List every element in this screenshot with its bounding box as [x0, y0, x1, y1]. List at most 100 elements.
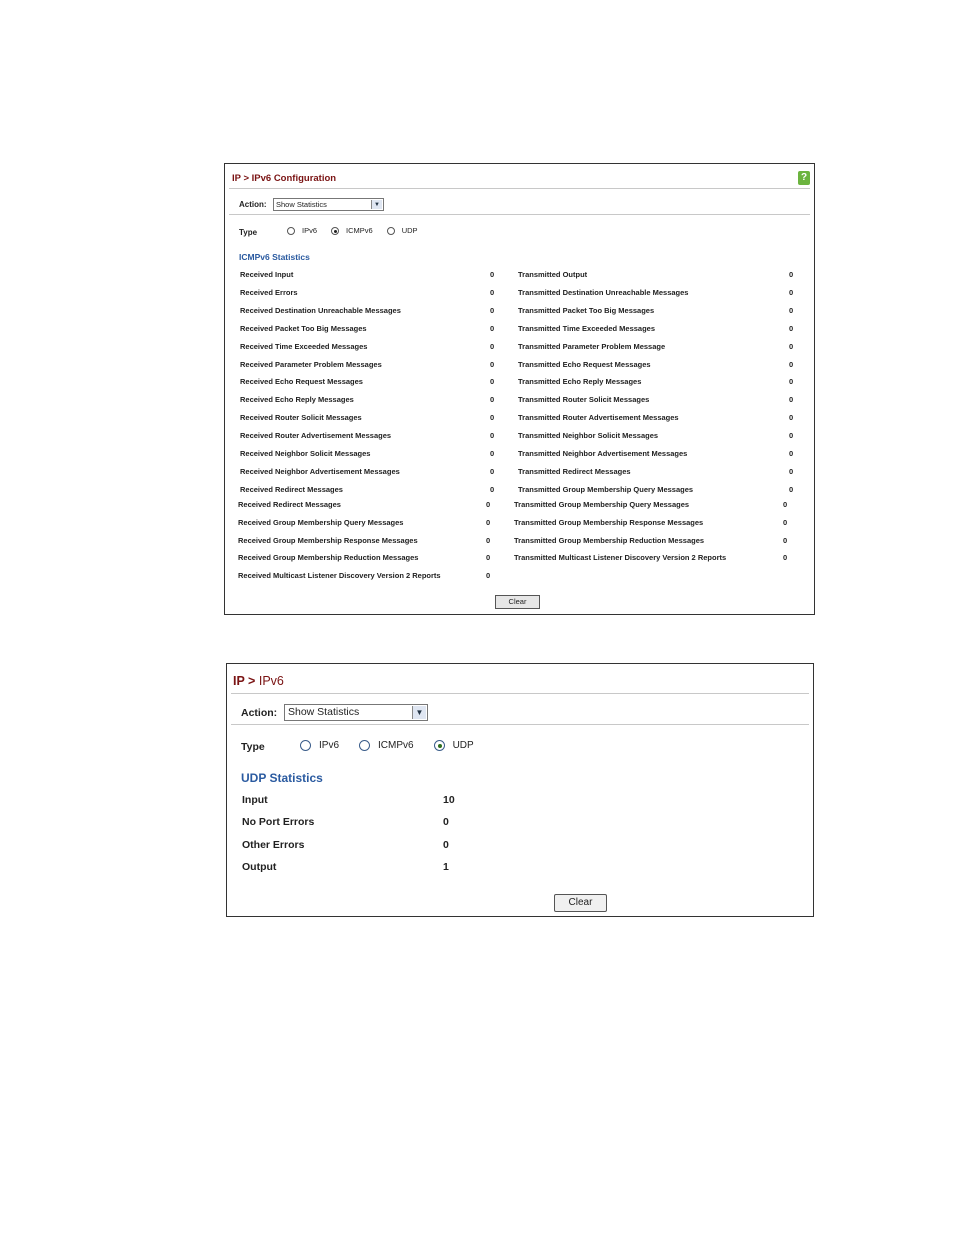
action-select[interactable]: Show Statistics ▼ [284, 704, 428, 721]
stat-label-received: Received Neighbor Solicit Messages [240, 449, 371, 458]
stat-label-transmitted: Transmitted Destination Unreachable Mess… [518, 287, 689, 297]
stat-value-transmitted: 0 [789, 466, 794, 476]
stat-value-other-errors: 0 [443, 839, 449, 851]
stat-label-transmitted: Transmitted Group Membership Reduction M… [514, 535, 705, 545]
radio-udp[interactable] [386, 226, 395, 235]
radio-ipv6[interactable] [287, 226, 295, 235]
action-label: Action: [239, 200, 267, 209]
stat-label-transmitted: Transmitted Group Membership Query Messa… [518, 484, 694, 494]
radio-ipv6[interactable] [300, 740, 311, 751]
stat-value-transmitted: 0 [789, 484, 794, 494]
stat-label-received: Received Group Membership Query Messages [238, 517, 404, 527]
radio-icmpv6-label: ICMPv6 [378, 740, 414, 751]
stat-value-transmitted: 0 [789, 341, 794, 351]
chevron-down-icon[interactable]: ▼ [371, 200, 382, 209]
radio-icmpv6[interactable] [331, 226, 340, 235]
radio-udp[interactable] [433, 740, 445, 751]
stat-label-transmitted: Transmitted Neighbor Solicit Messages [518, 431, 659, 441]
stat-label-other-errors: Other Errors [242, 839, 305, 851]
stat-value-transmitted: 0 [789, 431, 794, 441]
stat-value-transmitted: 0 [789, 270, 794, 279]
stat-value-received: 0 [490, 484, 495, 494]
stat-label-transmitted: Transmitted Output [518, 270, 588, 279]
stat-value-transmitted: 0 [783, 553, 788, 563]
stat-label-received: Received Echo Request Messages [240, 377, 363, 387]
stat-label-received: Received Time Exceeded Messages [240, 341, 368, 351]
stat-label-transmitted: Transmitted Router Solicit Messages [518, 395, 650, 405]
section-title: ICMPv6 Statistics [239, 252, 310, 262]
divider [229, 188, 810, 189]
stat-label-transmitted: Transmitted Neighbor Advertisement Messa… [518, 449, 688, 458]
question-mark-icon[interactable]: ? [798, 171, 810, 185]
type-radio-group: IPv6 ICMPv6 UDP [287, 226, 432, 235]
type-label: Type [241, 741, 265, 753]
stat-label-transmitted: Transmitted Echo Reply Messages [518, 377, 642, 387]
stat-value-received: 0 [490, 359, 495, 369]
type-label: Type [239, 228, 258, 237]
stat-label-received: Received Group Membership Reduction Mess… [238, 553, 419, 563]
stat-label-received: Received Echo Reply Messages [240, 395, 354, 405]
stat-value-received: 0 [490, 341, 495, 351]
action-select-value: Show Statistics [276, 200, 327, 209]
stat-value-transmitted: 0 [783, 535, 788, 545]
stat-value-transmitted: 0 [789, 359, 794, 369]
stat-label-received: Received Neighbor Advertisement Messages [240, 466, 400, 476]
stat-label-no-port-errors: No Port Errors [242, 816, 315, 828]
stat-value-received: 0 [490, 449, 495, 458]
page-title: IP > IPv6 [233, 674, 284, 688]
stat-label-received: Received Destination Unreachable Message… [240, 305, 401, 315]
stat-value-received: 0 [486, 517, 491, 527]
stat-value-transmitted: 0 [789, 323, 794, 333]
stat-value-transmitted: 0 [789, 377, 794, 387]
stat-label-received: Received Router Advertisement Messages [240, 431, 392, 441]
chevron-down-icon[interactable]: ▼ [412, 706, 426, 719]
stat-label-received: Received Group Membership Response Messa… [238, 535, 418, 545]
action-label: Action: [241, 707, 278, 719]
divider [231, 724, 809, 725]
stat-value-received: 0 [490, 377, 495, 387]
stat-value-transmitted: 0 [789, 287, 794, 297]
stat-value-received: 0 [490, 305, 495, 315]
radio-ipv6-label: IPv6 [319, 740, 340, 751]
stat-value-received: 0 [490, 413, 495, 423]
stat-value-received: 0 [486, 571, 491, 581]
stat-label-output: Output [242, 861, 277, 873]
radio-ipv6-label: IPv6 [302, 226, 318, 235]
stat-label-transmitted: Transmitted Group Membership Query Messa… [514, 500, 690, 509]
clear-button[interactable]: Clear [554, 894, 607, 912]
stat-label-received: Received Input [240, 270, 294, 279]
stat-label-received: Received Redirect Messages [240, 484, 343, 494]
stat-label-transmitted: Transmitted Router Advertisement Message… [518, 413, 679, 423]
stat-label-received: Received Errors [240, 287, 298, 297]
stat-value-received: 0 [486, 500, 491, 509]
stat-value-output: 1 [443, 861, 449, 873]
radio-icmpv6-label: ICMPv6 [346, 226, 373, 235]
stat-label-received: Received Multicast Listener Discovery Ve… [238, 571, 441, 581]
divider [231, 693, 809, 694]
stat-value-input: 10 [443, 794, 455, 806]
section-title: UDP Statistics [241, 771, 323, 785]
action-select-value: Show Statistics [288, 706, 360, 718]
stat-value-received: 0 [486, 553, 491, 563]
stat-label-received: Received Redirect Messages [238, 500, 341, 509]
stat-value-no-port-errors: 0 [443, 816, 449, 828]
radio-icmpv6[interactable] [359, 740, 371, 751]
type-radio-group: IPv6 ICMPv6 UDP [300, 740, 494, 751]
clear-button[interactable]: Clear [495, 595, 540, 609]
stat-label-received: Received Router Solicit Messages [240, 413, 362, 423]
stat-value-received: 0 [490, 270, 495, 279]
udp-statistics-panel: IP > IPv6 Action: Show Statistics ▼ Type… [226, 663, 814, 917]
stat-label-received: Received Packet Too Big Messages [240, 323, 367, 333]
stat-value-transmitted: 0 [789, 395, 794, 405]
icmpv6-statistics-panel: IP > IPv6 Configuration ? Action: Show S… [224, 163, 815, 615]
stat-label-transmitted: Transmitted Multicast Listener Discovery… [514, 553, 727, 563]
stat-value-received: 0 [490, 466, 495, 476]
stat-value-transmitted: 0 [789, 413, 794, 423]
stat-value-transmitted: 0 [783, 517, 788, 527]
action-select[interactable]: Show Statistics ▼ [273, 198, 384, 211]
stat-value-received: 0 [490, 395, 495, 405]
title-main: IPv6 [258, 674, 284, 688]
title-prefix: IP > [233, 674, 259, 688]
stat-label-input: Input [242, 794, 268, 806]
page-title: IP > IPv6 Configuration [232, 173, 337, 184]
